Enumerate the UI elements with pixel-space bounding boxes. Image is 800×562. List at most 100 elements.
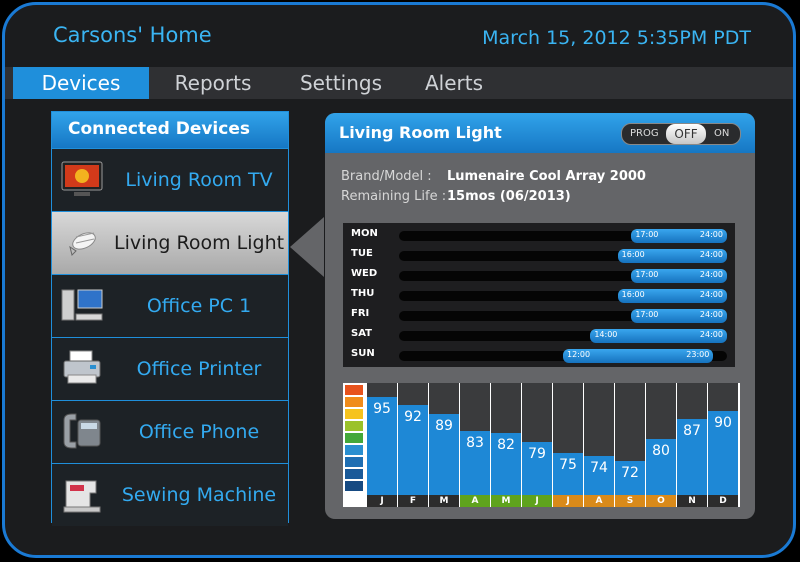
schedule-day: MON	[351, 228, 378, 239]
tab-reports[interactable]: Reports	[163, 67, 263, 99]
device-living-room-light[interactable]: Living Room Light	[52, 211, 288, 274]
schedule-bar[interactable]: 16:00 24:00	[617, 249, 727, 263]
usage-chart: 95 J 92 F 89 M 83 A 82 M 79 J 75 J 74 A 72 S 80 O 87 N 90 D	[343, 383, 740, 507]
schedule-track: 17:00 24:00	[399, 229, 727, 243]
chart-month-label: F	[398, 495, 428, 507]
schedule-day: WED	[351, 268, 378, 279]
detail-header: Living Room Light PROG OFF ON	[325, 113, 755, 153]
chart-bar: 74	[584, 383, 614, 495]
schedule-track: 17:00 24:00	[399, 309, 727, 323]
toggle-prog[interactable]: PROG	[630, 124, 659, 144]
tab-devices[interactable]: Devices	[13, 67, 149, 99]
schedule-start: 16:00	[621, 290, 645, 299]
tab-settings[interactable]: Settings	[291, 67, 391, 99]
schedule-start: 17:00	[635, 230, 659, 239]
schedule-track: 14:00 24:00	[399, 329, 727, 343]
schedule-track: 17:00 24:00	[399, 269, 727, 283]
computer-icon	[61, 289, 103, 321]
schedule-end: 24:00	[699, 290, 723, 299]
tab-alerts[interactable]: Alerts	[409, 67, 499, 99]
schedule-day: SAT	[351, 328, 372, 339]
device-sewing-machine[interactable]: Sewing Machine	[52, 463, 288, 526]
chart-month-label: A	[584, 495, 614, 507]
scale-segment	[345, 421, 363, 431]
schedule-row[interactable]: WED 17:00 24:00	[343, 265, 735, 285]
device-label: Office PC 1	[146, 295, 252, 317]
tv-icon	[61, 161, 103, 196]
chart-bar: 90	[708, 383, 738, 495]
scale-segment	[345, 481, 363, 491]
schedule-row[interactable]: FRI 17:00 24:00	[343, 305, 735, 325]
device-detail-panel: Living Room Light PROG OFF ON Brand/Mode…	[325, 113, 755, 519]
schedule-bar[interactable]: 12:00 23:00	[563, 349, 714, 363]
device-label: Sewing Machine	[121, 484, 277, 506]
schedule-start: 17:00	[635, 270, 659, 279]
phone-icon	[63, 413, 101, 449]
chart-month-label: M	[491, 495, 521, 507]
schedule-row[interactable]: SUN 12:00 23:00	[343, 345, 735, 365]
nav-bar: Devices Reports Settings Alerts	[5, 67, 793, 99]
schedule-start: 14:00	[594, 330, 618, 339]
schedule-bar[interactable]: 17:00 24:00	[631, 269, 727, 283]
chart-bar: 83	[460, 383, 490, 495]
device-label: Office Phone	[138, 421, 260, 443]
schedule-row[interactable]: TUE 16:00 24:00	[343, 245, 735, 265]
chart-bar-value: 79	[528, 445, 546, 462]
schedule-row[interactable]: THU 16:00 24:00	[343, 285, 735, 305]
device-office-printer[interactable]: Office Printer	[52, 337, 288, 400]
chart-month-label: M	[429, 495, 459, 507]
light-bulb-icon	[69, 232, 96, 256]
schedule-start: 17:00	[635, 310, 659, 319]
chart-month-label: S	[615, 495, 645, 507]
scale-segment	[345, 469, 363, 479]
datetime: March 15, 2012 5:35PM PDT	[482, 27, 751, 49]
scale-segment	[345, 445, 363, 455]
chart-month-label: J	[367, 495, 397, 507]
chart-bar-value: 74	[590, 459, 608, 476]
chart-month-label: J	[522, 495, 552, 507]
life-value: 15mos (06/2013)	[447, 189, 571, 204]
toggle-on[interactable]: ON	[714, 124, 729, 144]
chart-bar-value: 82	[497, 437, 515, 454]
device-office-phone[interactable]: Office Phone	[52, 400, 288, 463]
toggle-off[interactable]: OFF	[666, 124, 706, 144]
chart-month-label: N	[677, 495, 707, 507]
chart-bar: 79	[522, 383, 552, 495]
scale-segment	[345, 409, 363, 419]
color-scale	[343, 383, 365, 507]
device-label: Living Room Light	[114, 232, 285, 254]
chart-bar-value: 89	[435, 417, 453, 434]
device-office-pc-1[interactable]: Office PC 1	[52, 274, 288, 337]
schedule-track: 16:00 24:00	[399, 249, 727, 263]
schedule-end: 24:00	[699, 270, 723, 279]
sewing-machine-icon	[63, 480, 101, 513]
chart-bar-value: 80	[652, 443, 670, 459]
schedule-bar[interactable]: 17:00 24:00	[631, 309, 727, 323]
schedule-bar[interactable]: 17:00 24:00	[631, 229, 727, 243]
device-label: Office Printer	[136, 358, 262, 380]
devices-panel-title: Connected Devices	[52, 112, 288, 148]
schedule-bar[interactable]: 14:00 24:00	[590, 329, 727, 343]
chart-bar: 82	[491, 383, 521, 495]
devices-panel: Connected Devices Living Room TV Living …	[51, 111, 289, 526]
device-living-room-tv[interactable]: Living Room TV	[52, 148, 288, 211]
life-label: Remaining Life :	[341, 189, 447, 204]
schedule-row[interactable]: MON 17:00 24:00	[343, 225, 735, 245]
power-toggle[interactable]: PROG OFF ON	[621, 123, 741, 145]
chart-bar: 89	[429, 383, 459, 495]
scale-segment	[345, 457, 363, 467]
schedule-table: MON 17:00 24:00 TUE 16:00 24:00 WED 17:00 24:00 T…	[343, 223, 735, 367]
schedule-row[interactable]: SAT 14:00 24:00	[343, 325, 735, 345]
schedule-day: FRI	[351, 308, 370, 319]
schedule-day: TUE	[351, 248, 373, 259]
app-title: Carsons' Home	[53, 23, 212, 47]
chart-bar-value: 72	[621, 465, 639, 482]
chart-month-label: D	[708, 495, 738, 507]
chart-bar-value: 90	[714, 415, 732, 431]
schedule-end: 24:00	[699, 310, 723, 319]
schedule-bar[interactable]: 16:00 24:00	[617, 289, 727, 303]
chart-month-label: J	[553, 495, 583, 507]
schedule-end: 24:00	[699, 250, 723, 259]
brand-value: Lumenaire Cool Array 2000	[447, 169, 646, 184]
device-label: Living Room TV	[125, 169, 273, 191]
